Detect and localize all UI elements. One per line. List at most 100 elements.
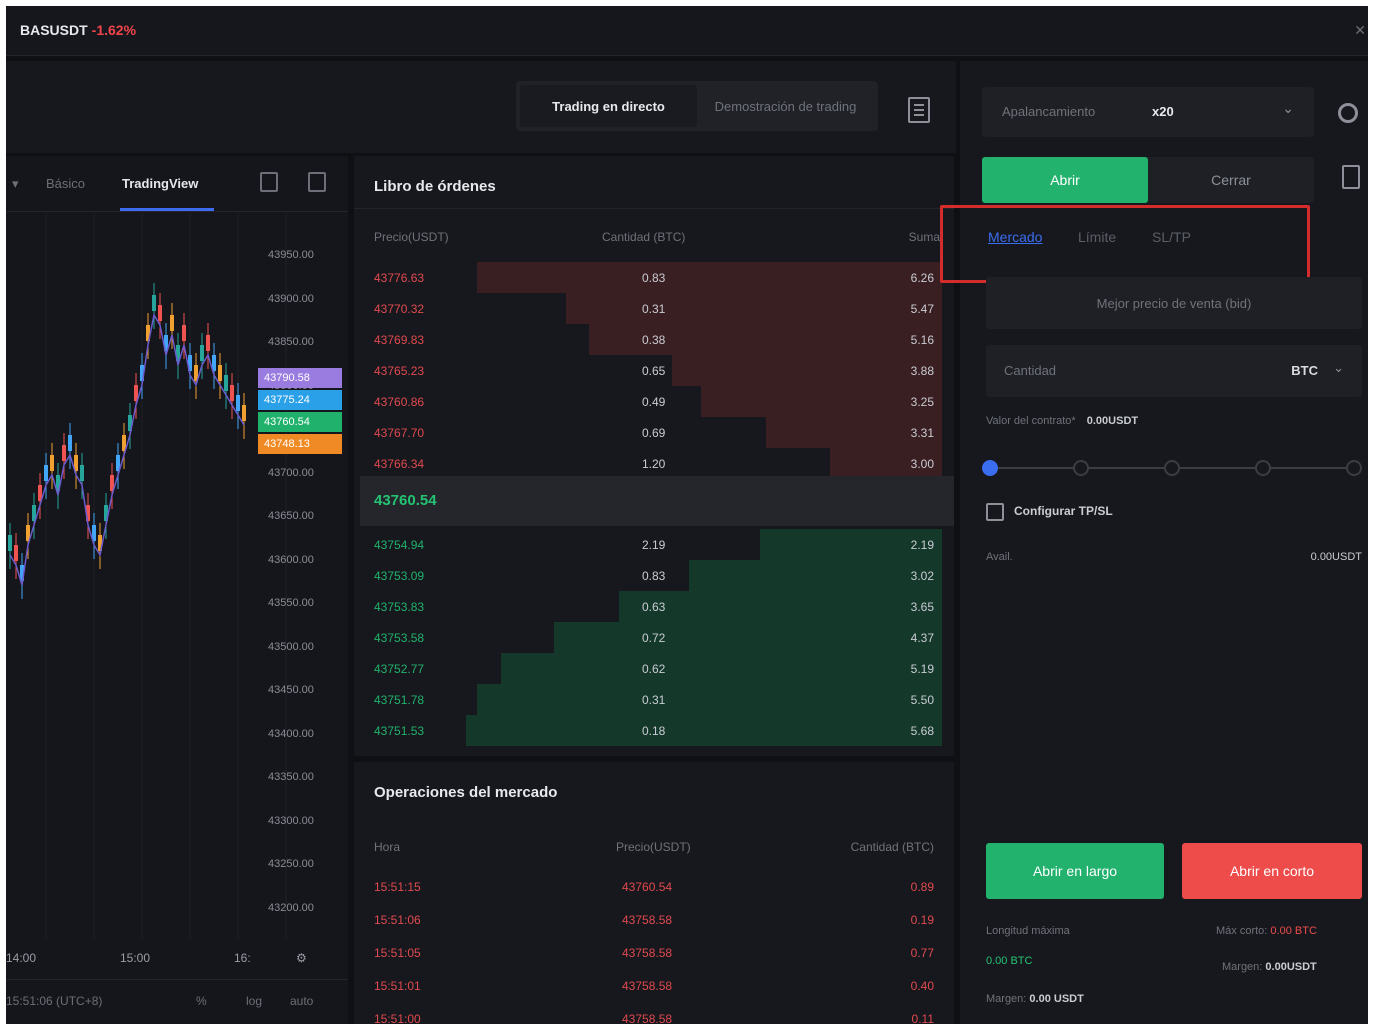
book-icon[interactable] xyxy=(908,97,930,123)
live-trading-tab[interactable]: Trading en directo xyxy=(520,85,697,127)
ask-row[interactable]: 43769.83 0.38 5.16 xyxy=(354,324,942,355)
tab-tradingview[interactable]: TradingView xyxy=(122,176,198,191)
slider-knob[interactable] xyxy=(982,460,998,476)
row-sum: 5.68 xyxy=(910,724,934,738)
candle-body xyxy=(218,365,222,381)
layout-icon[interactable] xyxy=(260,172,278,192)
time-label: 14:00 xyxy=(6,951,37,965)
tab-open[interactable]: Abrir xyxy=(982,157,1148,203)
y-axis-label: 43950.00 xyxy=(268,249,314,261)
ask-row[interactable]: 43765.23 0.65 3.88 xyxy=(354,355,942,386)
row-qty: 0.83 xyxy=(642,569,666,583)
depth-bar xyxy=(565,293,942,324)
slider-step[interactable] xyxy=(1255,460,1271,476)
contract-value: Valor del contrato* 0.00USDT xyxy=(986,415,1139,427)
settings-icon[interactable]: ⚙ xyxy=(296,951,307,965)
depth-bar xyxy=(553,622,942,653)
price-tag: 43775.24 xyxy=(258,390,342,410)
chevron-down-icon[interactable]: ⌄ xyxy=(1333,360,1344,376)
tab-close[interactable]: Cerrar xyxy=(1148,157,1314,203)
divider xyxy=(354,208,954,209)
row-qty: 1.20 xyxy=(642,457,666,471)
row-price: 43767.70 xyxy=(374,426,425,440)
trade-row: 15:51:06 43758.58 0.19 xyxy=(354,905,954,938)
ask-row[interactable]: 43776.63 0.83 6.26 xyxy=(354,262,942,293)
bid-row[interactable]: 43753.58 0.72 4.37 xyxy=(354,622,942,653)
margin-short-value: 0.00USDT xyxy=(1265,961,1317,973)
candle-body xyxy=(8,535,12,551)
row-qty: 0.49 xyxy=(642,395,666,409)
row-price: 43752.77 xyxy=(374,662,425,676)
ask-row[interactable]: 43770.32 0.31 5.47 xyxy=(354,293,942,324)
open-long-button[interactable]: Abrir en largo xyxy=(986,843,1164,899)
bid-row[interactable]: 43752.77 0.62 5.19 xyxy=(354,653,942,684)
candle-body xyxy=(158,305,162,321)
row-sum: 3.88 xyxy=(910,364,934,378)
margin-short: Margen: 0.00USDT xyxy=(1222,961,1317,973)
slider-step[interactable] xyxy=(1346,460,1362,476)
tpsl-checkbox[interactable] xyxy=(986,503,1004,521)
row-price: 43753.83 xyxy=(374,600,425,614)
bid-row[interactable]: 43754.94 2.19 2.19 xyxy=(354,529,942,560)
col-price: Precio(USDT) xyxy=(374,230,449,244)
trading-mode-switch: Trading en directo Demostración de tradi… xyxy=(516,81,878,131)
fullscreen-icon[interactable] xyxy=(308,172,326,192)
bid-row[interactable]: 43751.53 0.18 5.68 xyxy=(354,715,942,746)
candle-body xyxy=(50,455,54,471)
quantity-input[interactable]: Cantidad BTC ⌄ xyxy=(986,345,1362,397)
row-price: 43766.34 xyxy=(374,457,425,471)
max-short-label: Máx corto xyxy=(1216,925,1265,937)
trade-row: 15:51:05 43758.58 0.77 xyxy=(354,938,954,971)
slider-step[interactable] xyxy=(1164,460,1180,476)
bid-row[interactable]: 43753.83 0.63 3.65 xyxy=(354,591,942,622)
depth-bar xyxy=(477,684,942,715)
ask-row[interactable]: 43766.34 1.20 3.00 xyxy=(354,448,942,479)
leverage-select[interactable]: Apalancamiento x20 ⌄ xyxy=(982,87,1314,137)
trade-price: 43758.58 xyxy=(622,913,673,927)
clock: 15:51:06 (UTC+8) xyxy=(6,994,103,1008)
row-price: 43751.78 xyxy=(374,693,425,707)
col-qty: Cantidad (BTC) xyxy=(850,840,934,854)
depth-bar xyxy=(700,386,942,417)
gear-icon[interactable] xyxy=(1338,103,1358,123)
bid-row[interactable]: 43753.09 0.83 3.02 xyxy=(354,560,942,591)
mid-price: 43760.54 xyxy=(374,492,437,509)
trade-time: 15:51:00 xyxy=(374,1012,421,1024)
market-trades-title: Operaciones del mercado xyxy=(374,784,558,801)
chevron-down-icon[interactable]: ▾ xyxy=(12,176,19,192)
open-short-button[interactable]: Abrir en corto xyxy=(1182,843,1362,899)
demo-trading-tab[interactable]: Demostración de trading xyxy=(697,85,874,127)
calculator-icon[interactable] xyxy=(1342,165,1360,189)
auto-toggle[interactable]: auto xyxy=(290,994,313,1008)
row-sum: 5.50 xyxy=(910,693,934,707)
trade-price: 43760.54 xyxy=(622,880,673,894)
ticker[interactable]: BASUSDT -1.62% xyxy=(20,22,136,38)
row-price: 43765.23 xyxy=(374,364,425,378)
slider-step[interactable] xyxy=(1073,460,1089,476)
ask-row[interactable]: 43760.86 0.49 3.25 xyxy=(354,386,942,417)
close-icon[interactable]: ✕ xyxy=(1354,22,1366,39)
row-sum: 5.19 xyxy=(910,662,934,676)
ask-row[interactable]: 43767.70 0.69 3.31 xyxy=(354,417,942,448)
margin-short-label: Margen xyxy=(1222,961,1260,973)
row-sum: 3.65 xyxy=(910,600,934,614)
trade-time: 15:51:05 xyxy=(374,946,421,960)
candle-body xyxy=(230,385,234,401)
row-qty: 0.72 xyxy=(642,631,666,645)
margin-long: Margen: 0.00 USDT xyxy=(986,993,1084,1005)
bid-row[interactable]: 43751.78 0.31 5.50 xyxy=(354,684,942,715)
row-price: 43751.53 xyxy=(374,724,425,738)
col-time: Hora xyxy=(374,840,401,854)
percent-toggle[interactable]: % xyxy=(196,994,207,1008)
max-long-label: Longitud máxima xyxy=(986,925,1070,937)
open-close-tabs: Abrir Cerrar xyxy=(982,157,1314,203)
y-axis-label: 43500.00 xyxy=(268,640,314,653)
row-sum: 3.02 xyxy=(910,569,934,583)
candlestick-plot[interactable]: 43950.0043900.0043850.0043800.0043750.00… xyxy=(6,213,348,939)
row-qty: 0.38 xyxy=(642,333,666,347)
log-toggle[interactable]: log xyxy=(246,994,262,1008)
row-price: 43769.83 xyxy=(374,333,425,347)
amount-slider[interactable] xyxy=(982,460,1362,476)
row-price: 43760.86 xyxy=(374,395,425,409)
tab-basic[interactable]: Básico xyxy=(46,176,85,191)
